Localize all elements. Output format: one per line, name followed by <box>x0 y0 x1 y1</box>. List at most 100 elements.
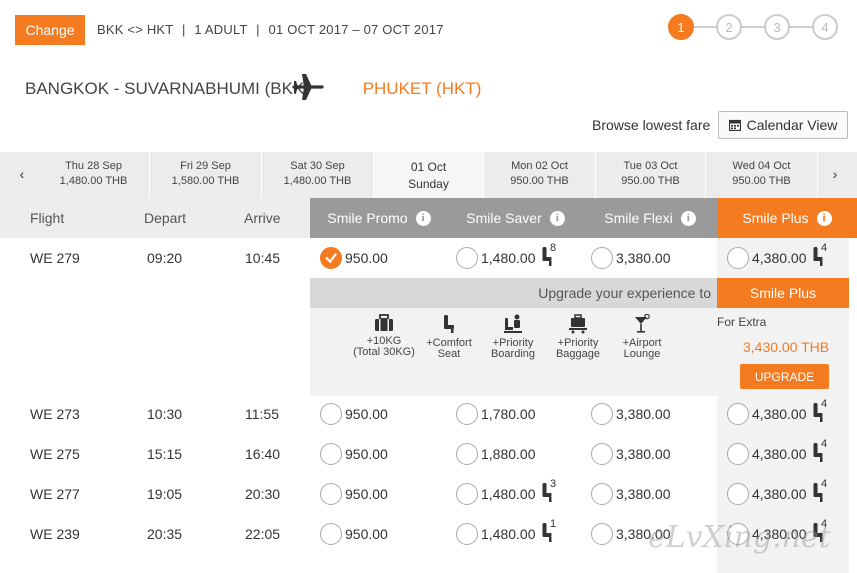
info-icon[interactable]: i <box>680 210 696 226</box>
date-option[interactable]: Mon 02 Oct 950.00 THB <box>484 152 596 198</box>
next-dates-arrow[interactable]: › <box>825 166 845 182</box>
date-day: Mon 02 Oct <box>511 160 568 172</box>
fare-price-plus: 4,380.00 <box>752 250 807 266</box>
calendar-icon <box>728 119 741 131</box>
date-option[interactable]: Fri 29 Sep 1,580.00 THB <box>150 152 262 198</box>
fare-radio-plus[interactable] <box>727 483 749 505</box>
arrive-time: 11:55 <box>245 406 279 422</box>
fare-price-promo: 950.00 <box>345 486 388 502</box>
feature-baggage: +10KG (Total 30KG) <box>351 314 417 358</box>
date-option-selected[interactable]: 01 Oct Sunday <box>374 152 484 198</box>
date-option[interactable]: Sat 30 Sep 1,480.00 THB <box>262 152 374 198</box>
fare-radio-plus[interactable] <box>727 247 749 269</box>
fare-radio-flexi[interactable] <box>591 247 613 269</box>
date-option[interactable]: Wed 04 Oct 950.00 THB <box>706 152 818 198</box>
flight-number: WE 277 <box>30 486 80 502</box>
header-smile-promo: Smile Promo i <box>310 198 448 238</box>
fare-radio-flexi[interactable] <box>591 523 613 545</box>
date-option[interactable]: Tue 03 Oct 950.00 THB <box>596 152 706 198</box>
date-day: Fri 29 Sep <box>180 160 231 172</box>
feature-airport-lounge: +Airport Lounge <box>609 314 675 360</box>
fare-radio-plus[interactable] <box>727 403 749 425</box>
route-heading: BANGKOK - SUVARNABHUMI (BKK) PHUKET (HKT… <box>25 79 481 99</box>
info-icon[interactable]: i <box>816 210 832 226</box>
date-price: 1,480.00 THB <box>283 175 352 187</box>
feature-comfort-seat: +Comfort Seat <box>416 314 482 360</box>
fare-price-promo: 950.00 <box>345 526 388 542</box>
feature-line: Lounge <box>623 348 661 360</box>
arrive-time: 20:30 <box>245 486 281 502</box>
summary-separator: | <box>256 22 260 37</box>
date-option[interactable]: Thu 28 Sep 1,480.00 THB <box>38 152 150 198</box>
fare-radio-promo[interactable] <box>320 523 342 545</box>
flight-number: WE 279 <box>30 250 80 266</box>
header-smile-flexi: Smile Flexi i <box>583 198 717 238</box>
route-origin: BANGKOK - SUVARNABHUMI (BKK) <box>25 79 310 98</box>
fare-radio-flexi[interactable] <box>591 403 613 425</box>
fare-name: Smile Promo <box>327 210 408 226</box>
feature-priority-baggage: +Priority Baggage <box>545 314 611 360</box>
upgrade-button[interactable]: UPGRADE <box>740 364 829 389</box>
info-icon[interactable]: i <box>415 210 431 226</box>
fare-radio-saver[interactable] <box>456 483 478 505</box>
step-1: 1 <box>668 14 694 40</box>
summary-route: BKK <> HKT <box>97 22 174 37</box>
step-connector <box>790 26 814 28</box>
prev-dates-arrow[interactable]: ‹ <box>12 166 32 182</box>
fare-radio-saver[interactable] <box>456 523 478 545</box>
header-smile-saver: Smile Saver i <box>448 198 583 238</box>
info-icon[interactable]: i <box>549 210 565 226</box>
header-depart: Depart <box>144 210 187 226</box>
date-day: 01 Oct <box>410 160 447 174</box>
priority-baggage-icon <box>569 314 587 334</box>
date-weekday: Sunday <box>408 177 449 191</box>
feature-line: Seat <box>437 348 461 360</box>
date-day: Thu 28 Sep <box>65 160 122 172</box>
fare-price-saver: 1,480.00 <box>481 526 536 542</box>
fare-price-saver: 1,480.00 <box>481 486 536 502</box>
fare-table-header: Flight Depart Arrive Smile Promo i Smile … <box>0 198 857 238</box>
fare-radio-saver[interactable] <box>456 403 478 425</box>
step-connector <box>694 26 718 28</box>
fare-radio-flexi[interactable] <box>591 443 613 465</box>
depart-time: 20:35 <box>147 526 183 542</box>
fare-name: Smile Plus <box>742 210 809 226</box>
fare-radio-saver[interactable] <box>456 247 478 269</box>
feature-line: (Total 30KG) <box>353 346 415 358</box>
fare-radio-promo[interactable] <box>320 403 342 425</box>
airport-lounge-icon <box>635 314 650 333</box>
depart-time: 09:20 <box>147 250 183 266</box>
arrive-time: 10:45 <box>245 250 281 266</box>
summary-passengers: 1 ADULT <box>194 22 248 37</box>
arrive-time: 16:40 <box>245 446 281 462</box>
fare-price-saver: 1,480.00 <box>481 250 536 266</box>
fare-radio-saver[interactable] <box>456 443 478 465</box>
date-price: 950.00 THB <box>510 175 569 187</box>
comfort-seat-icon <box>444 315 454 333</box>
fare-price-promo: 950.00 <box>345 446 388 462</box>
plane-icon <box>292 74 324 100</box>
fare-radio-plus[interactable] <box>727 443 749 465</box>
seats-left-count: 8 <box>550 242 557 254</box>
calendar-view-button[interactable]: Calendar View <box>718 111 848 139</box>
upgrade-target: Smile Plus <box>717 278 849 308</box>
date-price: 950.00 THB <box>732 175 791 187</box>
flight-number: WE 275 <box>30 446 80 462</box>
extra-price: 3,430.00 THB <box>743 339 830 355</box>
fare-price-flexi: 3,380.00 <box>616 446 671 462</box>
fare-radio-promo[interactable] <box>320 443 342 465</box>
fare-radio-flexi[interactable] <box>591 483 613 505</box>
change-search-button[interactable]: Change <box>15 15 85 45</box>
upgrade-prompt: Upgrade your experience to <box>310 278 717 308</box>
seats-left-count: 4 <box>821 242 828 254</box>
fare-radio-promo[interactable] <box>320 247 342 269</box>
summary-dates: 01 OCT 2017 – 07 OCT 2017 <box>268 22 444 37</box>
calendar-view-label: Calendar View <box>746 117 838 133</box>
step-connector <box>742 26 766 28</box>
date-price: 1,480.00 THB <box>59 175 128 187</box>
date-selector: ‹ Thu 28 Sep 1,480.00 THB Fri 29 Sep 1,580… <box>0 152 857 198</box>
fare-price-flexi: 3,380.00 <box>616 250 671 266</box>
browse-lowest-fare-label: Browse lowest fare <box>592 117 711 133</box>
date-price: 1,580.00 THB <box>171 175 240 187</box>
fare-radio-promo[interactable] <box>320 483 342 505</box>
